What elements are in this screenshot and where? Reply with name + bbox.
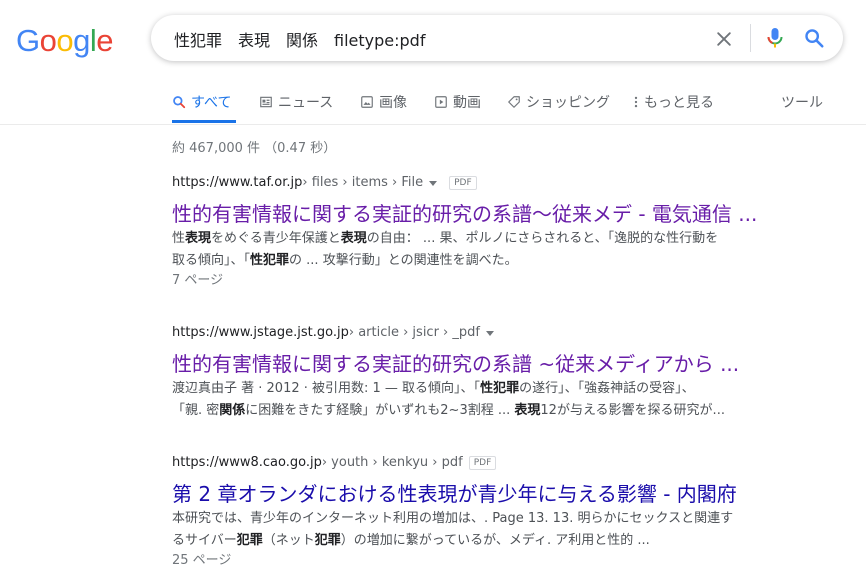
snippet-highlight: 犯罪: [314, 533, 341, 548]
snippet-highlight: 表現: [514, 403, 541, 418]
snippet-highlight: 性犯罪: [250, 253, 290, 268]
snippet-highlight: 表現: [340, 231, 367, 246]
result-snippet-line: るサイバー犯罪（ネット犯罪）の増加に繋がっているが、メディ. ア利用と性的 ..…: [172, 530, 772, 551]
snippet-text: の ... 攻撃行動」との関連性を調べた。: [289, 253, 518, 268]
logo-letter: g: [73, 23, 90, 58]
clear-icon[interactable]: [714, 29, 734, 49]
dropdown-caret-icon[interactable]: [485, 330, 494, 336]
snippet-highlight: 性犯罪: [480, 381, 520, 396]
tab-label: すべて: [191, 95, 232, 111]
search-input[interactable]: 性犯罪 表現 関係 filetype:pdf: [174, 27, 425, 51]
result-path: › files › items › File: [302, 175, 424, 190]
snippet-text: 「親. 密: [172, 403, 220, 418]
snippet-text: （ネット: [262, 533, 315, 548]
snippet-text: 12が与える影響を探る研究が...: [540, 403, 725, 418]
logo-letter: o: [56, 23, 74, 58]
page-count: 25 ページ: [172, 553, 232, 568]
result-url[interactable]: https://www8.cao.go.jp › youth › kenkyu …: [172, 454, 772, 472]
result-domain: https://www.jstage.jst.go.jp: [172, 325, 349, 340]
result-title[interactable]: 性的有害情報に関する実証的研究の系譜 ~従来メディアから ...: [172, 351, 772, 377]
snippet-text: ）の増加に繋がっているが、メディ. ア利用と性的 ...: [340, 533, 650, 548]
active-tab-indicator: [172, 120, 236, 123]
more-vert-icon: [634, 96, 638, 108]
search-result: https://www.taf.or.jp › files › items › …: [172, 174, 772, 291]
tab-images[interactable]: 画像: [360, 92, 407, 112]
snippet-text: 渡辺真由子 著 · 2012 · 被引用数: 1 — 取る傾向」、「: [172, 381, 481, 396]
search-result: https://www.jstage.jst.go.jp › article ›…: [172, 324, 772, 421]
tab-all[interactable]: すべて: [172, 92, 231, 112]
pdf-badge: PDF: [468, 456, 497, 470]
snippet-text: の自由： ... 果、ポルノにさらされると、「逸脱的な性行動を: [366, 231, 719, 246]
result-title[interactable]: 第 2 章オランダにおける性表現が青少年に与える影響 - 内閣府: [172, 481, 772, 507]
search-tabs: すべて ニュース 画像 動画 ショッピング もっと見る ツール: [0, 86, 866, 125]
result-stats: 約 467,000 件 （0.47 秒）: [172, 141, 337, 156]
tab-label: ニュース: [278, 95, 334, 111]
result-url[interactable]: https://www.taf.or.jp › files › items › …: [172, 174, 772, 192]
search-divider: [750, 24, 751, 52]
pdf-badge: PDF: [449, 176, 477, 190]
snippet-highlight: 犯罪: [236, 533, 263, 548]
result-snippet-line: 「親. 密関係に困難をきたす経験」がいずれも2~3割程 ... 表現12が与える…: [172, 400, 772, 421]
tab-label: ショッピング: [526, 95, 610, 111]
tab-more[interactable]: もっと見る: [633, 92, 714, 112]
image-icon: [361, 96, 373, 108]
microphone-icon[interactable]: [763, 26, 787, 50]
snippet-text: に困難をきたす経験」がいずれも2~3割程 ...: [245, 403, 515, 418]
snippet-highlight: 関係: [219, 403, 246, 418]
tab-label: 画像: [379, 95, 407, 111]
tab-label: 動画: [453, 95, 481, 111]
result-path: › article › jsicr › _pdf: [348, 325, 480, 340]
news-icon: [260, 96, 272, 108]
result-snippet-line: 渡辺真由子 著 · 2012 · 被引用数: 1 — 取る傾向」、「性犯罪の遂行…: [172, 378, 772, 399]
search-icon: [173, 96, 186, 109]
tab-label: ツール: [781, 95, 823, 111]
snippet-highlight: 表現: [185, 231, 212, 246]
tab-tools[interactable]: ツール: [781, 92, 823, 112]
result-snippet-line: 取る傾向」、「性犯罪の ... 攻撃行動」との関連性を調べた。: [172, 250, 772, 271]
result-domain: https://www.taf.or.jp: [172, 175, 303, 190]
page-count: 7 ページ: [172, 273, 224, 288]
search-result: https://www8.cao.go.jp › youth › kenkyu …: [172, 454, 772, 571]
video-icon: [435, 96, 447, 108]
result-url[interactable]: https://www.jstage.jst.go.jp › article ›…: [172, 324, 772, 342]
result-path: › youth › kenkyu › pdf: [321, 455, 463, 470]
logo-letter: G: [16, 23, 40, 58]
tab-videos[interactable]: 動画: [434, 92, 481, 112]
dropdown-caret-icon[interactable]: [429, 180, 438, 186]
snippet-text: の遂行」、「強姦神話の受容」、: [519, 381, 695, 396]
tag-icon: [508, 96, 520, 108]
result-title[interactable]: 性的有害情報に関する実証的研究の系譜～従来メデ - 電気通信 ...: [172, 201, 772, 227]
tab-news[interactable]: ニュース: [259, 92, 333, 112]
search-icon[interactable]: [803, 27, 825, 49]
tab-label: もっと見る: [644, 95, 714, 111]
tab-shopping[interactable]: ショッピング: [507, 92, 610, 112]
logo-letter: o: [39, 23, 57, 58]
google-logo[interactable]: Google: [16, 23, 114, 58]
snippet-text: るサイバー: [172, 533, 237, 548]
snippet-text: 本研究では、青少年のインターネット利用の増加は、. Page 13. 13. 明…: [172, 511, 734, 526]
result-snippet-line: 本研究では、青少年のインターネット利用の増加は、. Page 13. 13. 明…: [172, 508, 772, 529]
search-box[interactable]: 性犯罪 表現 関係 filetype:pdf: [151, 15, 843, 61]
result-snippet-line: 性表現をめぐる青少年保護と表現の自由： ... 果、ポルノにさらされると、「逸脱…: [172, 228, 772, 249]
logo-letter: e: [96, 23, 114, 58]
snippet-text: 取る傾向」、「: [172, 253, 251, 268]
result-domain: https://www8.cao.go.jp: [172, 455, 322, 470]
snippet-text: 性: [172, 231, 186, 246]
snippet-text: をめぐる青少年保護と: [211, 231, 341, 246]
